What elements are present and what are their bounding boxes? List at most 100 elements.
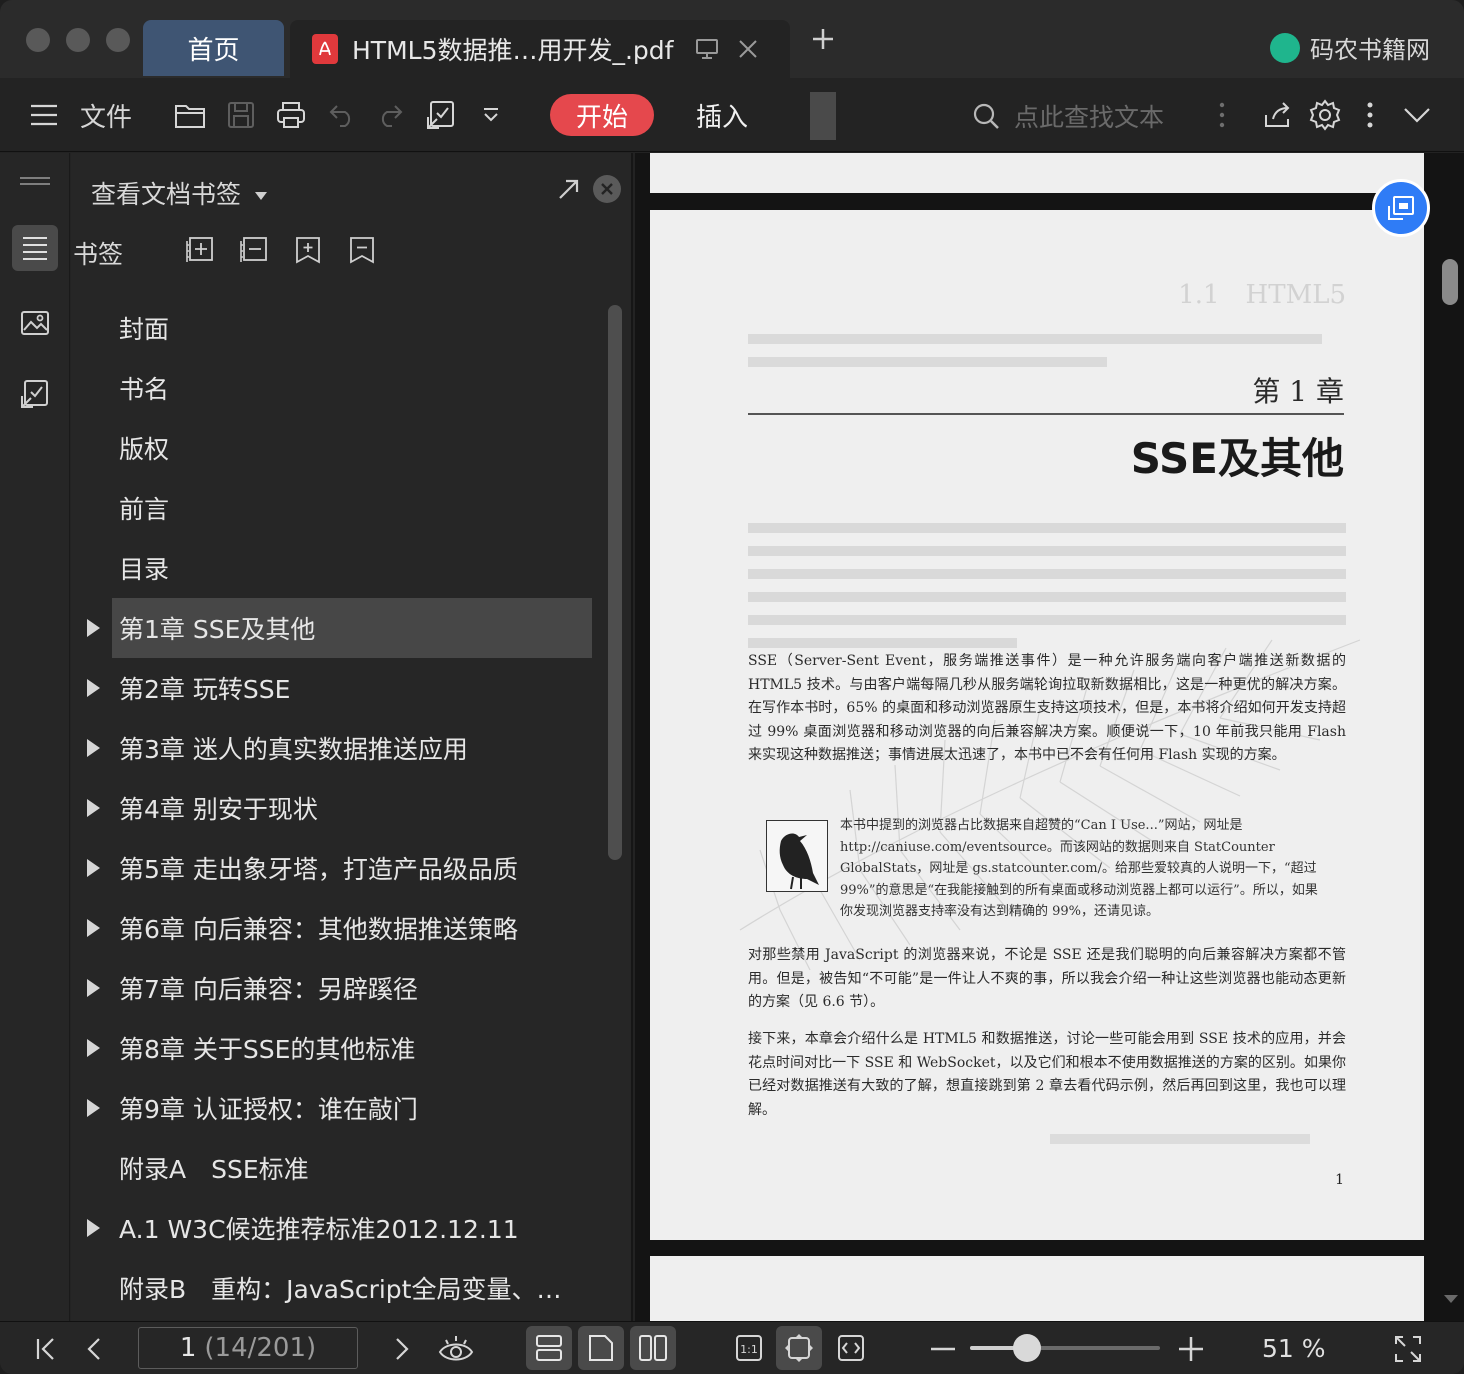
minimize-window-button[interactable] (66, 28, 90, 52)
bookmark-item[interactable]: 第5章 走出象牙塔，打造产品级品质 (71, 838, 611, 898)
fullscreen-icon[interactable] (1390, 1322, 1426, 1374)
note-text: 本书中提到的浏览器占比数据来自超赞的“Can I Use...”网站，网址是 h… (840, 818, 1318, 919)
fit-page-icon[interactable] (776, 1326, 822, 1370)
bookmark-scrollbar[interactable] (608, 305, 622, 860)
expand-arrow-icon[interactable] (87, 1039, 100, 1057)
bookmark-item[interactable]: 附录B 重构：JavaScript全局变量、… (71, 1258, 611, 1318)
panel-title: 查看文档书签 (91, 180, 242, 209)
remove-bookmark-icon[interactable] (239, 235, 269, 265)
bookmark-item[interactable]: 第7章 向后兼容：另辟蹊径 (71, 958, 611, 1018)
scroll-down-arrow-icon[interactable] (1444, 1295, 1458, 1303)
bookmark-item[interactable]: 封面 (71, 298, 611, 358)
add-child-bookmark-icon[interactable] (293, 235, 323, 265)
more-options-icon[interactable] (1360, 78, 1380, 152)
actual-size-icon[interactable]: 1:1 (726, 1326, 772, 1370)
page-number-input[interactable]: 1 (14/201) (138, 1327, 358, 1369)
present-icon[interactable] (695, 38, 719, 60)
bookmark-list-icon[interactable] (12, 225, 58, 271)
expand-arrow-icon[interactable] (87, 739, 100, 757)
open-folder-icon[interactable] (172, 78, 210, 152)
expand-arrow-icon[interactable] (87, 1219, 100, 1237)
vertical-dots-icon[interactable] (1212, 78, 1232, 152)
bookmark-item[interactable]: 第2章 玩转SSE (71, 658, 611, 718)
add-bookmark-icon[interactable] (185, 235, 215, 265)
undock-panel-icon[interactable] (557, 177, 581, 201)
bookmark-label: 第6章 向后兼容：其他数据推送策略 (119, 915, 518, 944)
expand-arrow-icon[interactable] (87, 619, 100, 637)
first-page-icon[interactable] (28, 1322, 64, 1374)
app-window: 首页 HTML5数据推…用开发_.pdf 码农书籍网 文件 开始 插入 点此查找… (0, 0, 1464, 1374)
expand-arrow-icon[interactable] (87, 859, 100, 877)
convert-document-icon[interactable] (12, 371, 58, 417)
more-dropdown-icon[interactable] (478, 78, 504, 152)
hamburger-menu-icon[interactable] (26, 78, 62, 152)
bookmark-item[interactable]: 第4章 别安于现状 (71, 778, 611, 838)
bookmark-item[interactable]: 第3章 迷人的真实数据推送应用 (71, 718, 611, 778)
bookmark-item[interactable]: 第8章 关于SSE的其他标准 (71, 1018, 611, 1078)
close-panel-icon[interactable] (593, 175, 621, 203)
bookmark-item[interactable]: 前言 (71, 478, 611, 538)
floating-convert-button[interactable] (1372, 179, 1430, 237)
expand-arrow-icon[interactable] (87, 979, 100, 997)
eye-protection-icon[interactable] (436, 1322, 476, 1374)
tab-document[interactable]: HTML5数据推…用开发_.pdf (290, 20, 790, 78)
zoom-window-button[interactable] (106, 28, 130, 52)
bookmark-item[interactable]: 附录A SSE标准 (71, 1138, 611, 1198)
search-box[interactable]: 点此查找文本 (972, 96, 1192, 136)
two-page-view-icon[interactable] (630, 1326, 676, 1370)
print-icon[interactable] (272, 78, 310, 152)
brand: 码农书籍网 (1270, 30, 1430, 65)
crow-note-icon (766, 820, 828, 892)
save-icon[interactable] (222, 78, 260, 152)
zoom-out-icon[interactable] (928, 1322, 958, 1374)
bookmark-item[interactable]: 书名 (71, 358, 611, 418)
pdf-page: 1.1 HTML5 第 1 章 SSE及其他 SSE（Server-Sent E… (650, 210, 1424, 1240)
next-page-icon[interactable] (386, 1322, 418, 1374)
brand-logo (1270, 32, 1300, 63)
bookmark-item[interactable]: A.1 W3C候选推荐标准2012.12.11 (71, 1198, 611, 1258)
tab-start-label: 开始 (575, 102, 628, 133)
bookmark-label: A.1 W3C候选推荐标准2012.12.11 (119, 1215, 519, 1244)
bookmark-item[interactable]: 第9章 认证授权：谁在敲门 (71, 1078, 611, 1138)
close-window-button[interactable] (26, 28, 50, 52)
fit-width-icon[interactable] (828, 1326, 874, 1370)
settings-gear-icon[interactable] (1306, 78, 1344, 152)
undo-icon[interactable] (324, 78, 360, 152)
expand-arrow-icon[interactable] (87, 799, 100, 817)
collapse-sidebar-icon[interactable] (12, 163, 58, 199)
expand-arrow-icon[interactable] (87, 679, 100, 697)
document-scrollbar[interactable] (1442, 259, 1458, 305)
toolbar-overflow-handle[interactable] (810, 92, 836, 140)
continuous-view-icon[interactable] (526, 1326, 572, 1370)
file-menu[interactable]: 文件 (78, 78, 134, 152)
previous-page-icon[interactable] (78, 1322, 110, 1374)
bookmark-item[interactable]: 第6章 向后兼容：其他数据推送策略 (71, 898, 611, 958)
bookmark-item[interactable]: 版权 (71, 418, 611, 478)
collapse-ribbon-icon[interactable] (1400, 78, 1434, 152)
bookmark-label: 书名 (119, 375, 170, 404)
redo-icon[interactable] (372, 78, 408, 152)
expand-arrow-icon[interactable] (87, 1099, 100, 1117)
new-tab-button[interactable] (812, 28, 834, 50)
zoom-slider-knob[interactable] (1013, 1334, 1041, 1362)
pdf-file-icon (312, 34, 338, 64)
close-tab-icon[interactable] (737, 38, 759, 60)
single-page-view-icon[interactable] (578, 1326, 624, 1370)
zoom-in-icon[interactable] (1176, 1322, 1206, 1374)
share-icon[interactable] (1260, 78, 1296, 152)
bookmark-label: 附录A SSE标准 (119, 1155, 309, 1184)
bookmark-label: 第8章 关于SSE的其他标准 (119, 1035, 416, 1064)
bookmark-item[interactable]: 目录 (71, 538, 611, 598)
tab-home-label: 首页 (187, 35, 240, 66)
expand-arrow-icon[interactable] (87, 919, 100, 937)
bookmark-item[interactable]: 第1章 SSE及其他 (87, 598, 592, 658)
tab-insert[interactable]: 插入 (688, 94, 756, 136)
tab-home[interactable]: 首页 (143, 20, 284, 76)
delete-bookmark-icon[interactable] (347, 235, 377, 265)
tab-start[interactable]: 开始 (550, 94, 654, 136)
panel-title-dropdown[interactable]: 查看文档书签 (91, 175, 267, 211)
convert-pdf-icon[interactable] (422, 78, 460, 152)
bookmark-label: 版权 (119, 435, 170, 464)
thumbnail-image-icon[interactable] (12, 299, 58, 345)
zoom-slider[interactable] (970, 1334, 1160, 1362)
